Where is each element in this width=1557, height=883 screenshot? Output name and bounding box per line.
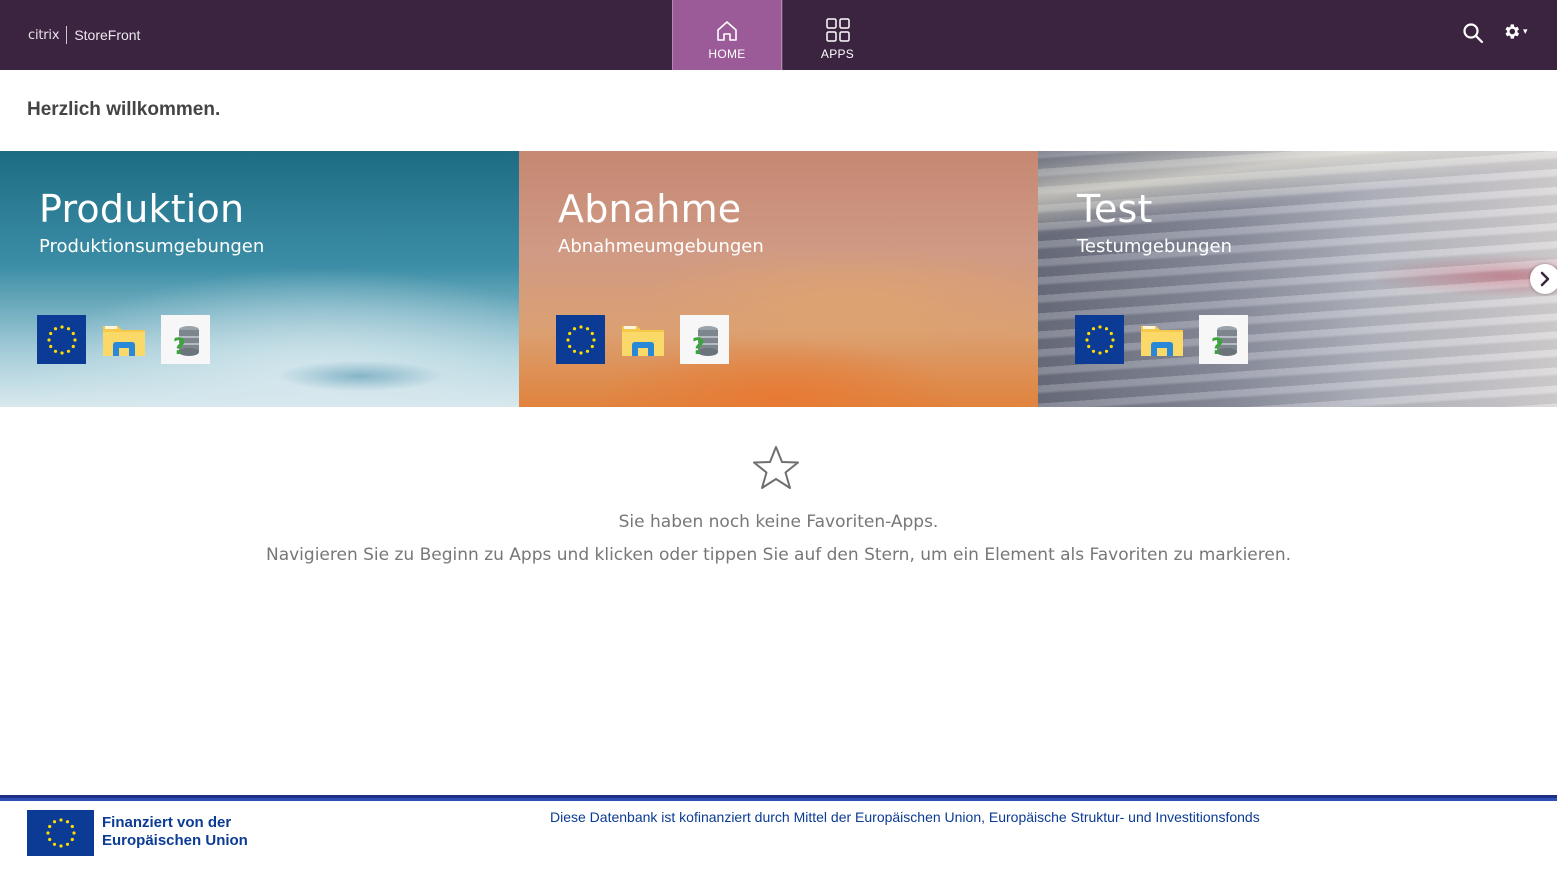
category-card-produktion[interactable]: Produktion Produktionsumgebungen ? <box>0 151 519 407</box>
eu-flag-logo <box>27 810 94 856</box>
database-help-icon[interactable]: ? <box>680 315 729 364</box>
category-app-icons: ? <box>37 315 210 364</box>
eu-funding-line1: Finanziert von der <box>102 814 232 831</box>
brand-divider <box>66 26 68 44</box>
chevron-right-icon <box>1540 271 1550 287</box>
welcome-heading: Herzlich willkommen. <box>27 99 221 120</box>
favorites-empty-title: Sie haben noch keine Favoriten-Apps. <box>618 512 939 532</box>
category-title: Test <box>1077 187 1153 231</box>
favorites-empty-hint: Navigieren Sie zu Beginn zu Apps und kli… <box>265 545 1291 565</box>
folder-icon[interactable] <box>1137 315 1186 364</box>
brand-logo: citrix StoreFront <box>28 24 140 46</box>
category-title: Abnahme <box>558 187 742 231</box>
svg-text:?: ? <box>692 335 705 360</box>
category-card-test[interactable]: Test Testumgebungen ? <box>1038 151 1557 407</box>
settings-menu-button[interactable]: ▾ <box>1502 22 1528 41</box>
carousel-next-button[interactable] <box>1530 264 1557 294</box>
home-icon <box>717 21 737 41</box>
eu-stars-icon <box>45 818 76 848</box>
eu-funding-label: Finanziert von der Europäischen Union <box>102 814 248 850</box>
eu-funding-line2: Europäischen Union <box>102 832 248 849</box>
tab-apps-label: APPS <box>820 47 855 61</box>
brand-name: StoreFront <box>74 27 141 43</box>
tab-home[interactable]: HOME <box>672 0 782 70</box>
tab-home-label: HOME <box>708 47 746 61</box>
footer-funding-note: Diese Datenbank ist kofinanziert durch M… <box>550 809 1260 825</box>
database-help-icon[interactable]: ? <box>161 315 210 364</box>
search-button[interactable] <box>1462 22 1484 44</box>
top-bar: citrix StoreFront HOME APPS ▾ <box>0 0 1557 70</box>
apps-grid-icon <box>825 18 850 42</box>
category-subtitle: Produktionsumgebungen <box>39 236 265 257</box>
footer-divider-accent <box>0 798 1557 801</box>
eu-flag-icon[interactable] <box>1075 315 1124 364</box>
category-carousel: Produktion Produktionsumgebungen ? Abnah… <box>0 151 1557 407</box>
eu-flag-icon[interactable] <box>37 315 86 364</box>
category-title: Produktion <box>39 187 245 231</box>
svg-text:?: ? <box>173 335 186 360</box>
category-subtitle: Abnahmeumgebungen <box>558 236 764 257</box>
category-subtitle: Testumgebungen <box>1077 236 1233 257</box>
tab-apps[interactable]: APPS <box>782 0 892 70</box>
database-help-icon[interactable]: ? <box>1199 315 1248 364</box>
svg-text:?: ? <box>1211 335 1224 360</box>
search-icon <box>1463 23 1484 44</box>
main-nav: HOME APPS <box>672 0 892 70</box>
gear-icon <box>1505 24 1520 39</box>
eu-flag-icon[interactable] <box>556 315 605 364</box>
citrix-logo: citrix <box>28 27 60 43</box>
storefront-app: citrix StoreFront HOME APPS ▾ Herzlich w… <box>0 0 1557 883</box>
folder-icon[interactable] <box>618 315 667 364</box>
category-card-abnahme[interactable]: Abnahme Abnahmeumgebungen ? <box>519 151 1038 407</box>
folder-icon[interactable] <box>99 315 148 364</box>
category-app-icons: ? <box>556 315 729 364</box>
chevron-down-icon: ▾ <box>1523 26 1528 36</box>
category-app-icons: ? <box>1075 315 1248 364</box>
star-icon <box>753 446 799 489</box>
